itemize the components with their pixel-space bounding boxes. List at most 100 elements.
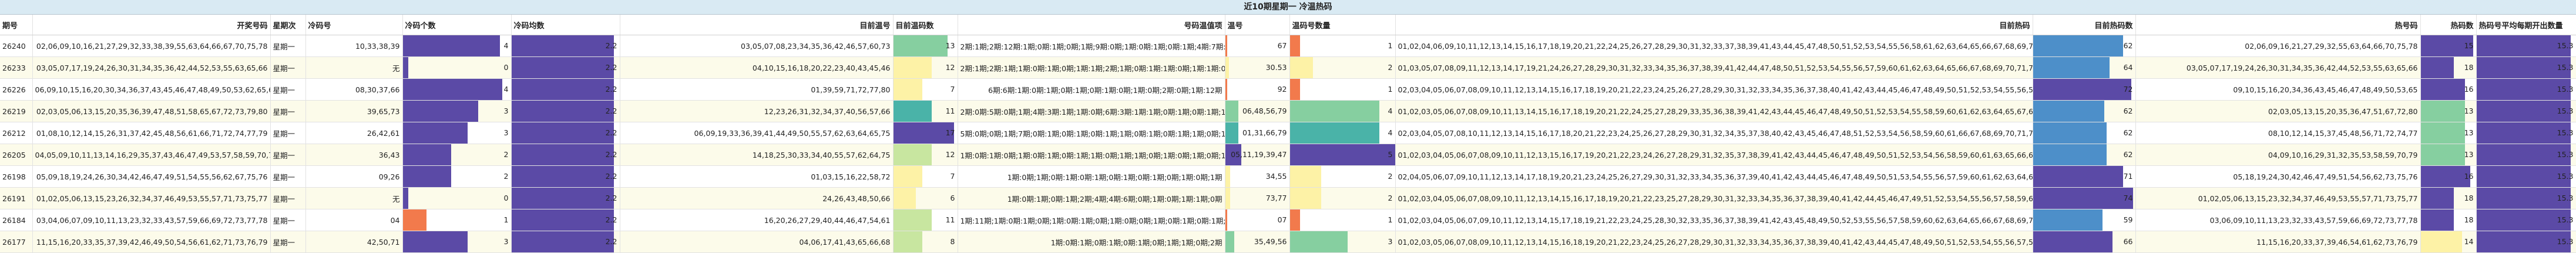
cell-warm-numbers[interactable]: 14,18,25,30,33,34,40,55,57,62,64,75 — [620, 144, 894, 166]
cell-hot-count[interactable]: 62 — [2033, 122, 2136, 144]
cell-warm-values[interactable]: 6期:6期:1期:0期:1期;0期:1期;0期:1期:0期;1期:0期;2期:0… — [958, 78, 1225, 101]
cell-hot-numbers[interactable]: 01,02,03,04,05,06,07,09,10,11,12,13,14,1… — [1395, 209, 2033, 231]
cell-warm-hit-count[interactable]: 1 — [1289, 209, 1396, 231]
table-row[interactable]: 26226 06,09,10,15,16,20,30,34,36,37,43,45… — [0, 78, 2576, 101]
cell-hot-hit-numbers[interactable]: 05,18,19,24,30,42,46,47,49,51,54,56,62,7… — [2135, 165, 2421, 188]
cell-hot-hit-count[interactable]: 13 — [2420, 122, 2477, 144]
cell-warm-hit-count[interactable]: 1 — [1289, 35, 1396, 57]
cell-cold-numbers[interactable]: 无 — [305, 187, 403, 209]
col-header[interactable]: 热码数 — [2420, 15, 2477, 35]
col-header[interactable]: 冷码均数 — [511, 15, 620, 35]
cell-draw-numbers[interactable]: 01,02,05,06,13,15,23,26,32,34,37,46,49,5… — [32, 187, 271, 209]
cell-warm-count[interactable]: 17 — [893, 122, 958, 144]
cell-cold-average[interactable]: 2.2 — [511, 35, 620, 57]
col-header[interactable]: 星期次 — [270, 15, 306, 35]
table-row[interactable]: 26240 02,06,09,10,16,21,27,29,32,33,38,39… — [0, 35, 2576, 57]
cell-warm-hit[interactable]: 34,55 — [1225, 165, 1290, 188]
cell-warm-numbers[interactable]: 06,09,19,33,36,39,41,44,49,50,55,57,62,6… — [620, 122, 894, 144]
cell-hot-hit-numbers[interactable]: 03,05,07,17,19,24,26,30,31,34,35,36,42,4… — [2135, 56, 2421, 79]
cell-cold-count[interactable]: 4 — [402, 78, 512, 101]
col-header[interactable]: 开奖号码 — [32, 15, 271, 35]
cell-warm-hit-count[interactable]: 1 — [1289, 78, 1396, 101]
cell-hot-count[interactable]: 62 — [2033, 35, 2136, 57]
cell-cold-average[interactable]: 2.2 — [511, 56, 620, 79]
cell-warm-hit-count[interactable]: 3 — [1289, 231, 1396, 253]
cell-warm-hit-count[interactable]: 5 — [1289, 144, 1396, 166]
cell-cold-count[interactable]: 2 — [402, 144, 512, 166]
col-header[interactable]: 热号码 — [2135, 15, 2421, 35]
cell-hot-numbers[interactable]: 02,03,04,05,07,08,10,11,12,13,14,15,16,1… — [1395, 122, 2033, 144]
cell-warm-count[interactable]: 6 — [893, 187, 958, 209]
cell-cold-numbers[interactable]: 08,30,37,66 — [305, 78, 403, 101]
cell-hot-average[interactable]: 15.3 — [2476, 56, 2576, 79]
cell-hot-count[interactable]: 62 — [2033, 100, 2136, 122]
cell-warm-values[interactable]: 2期:0期:5期:0期;1期;4期:3期:1期;1期:0期;6期:3期:1期:1… — [958, 100, 1225, 122]
cell-issue-id[interactable]: 26233 — [0, 56, 33, 79]
cell-cold-numbers[interactable]: 39,65,73 — [305, 100, 403, 122]
cell-warm-values[interactable]: 1期:11期;1期:0期:1期;0期;1期:0期:1期;0期;1期:0期;0期;… — [958, 209, 1225, 231]
cell-draw-numbers[interactable]: 05,09,18,19,24,26,30,34,42,46,47,49,51,5… — [32, 165, 271, 188]
cell-hot-hit-numbers[interactable]: 02,06,09,16,21,27,29,32,55,63,64,66,70,7… — [2135, 35, 2421, 57]
cell-hot-average[interactable]: 15.3 — [2476, 35, 2576, 57]
col-header[interactable]: 温码号数量 — [1289, 15, 1396, 35]
cell-hot-count[interactable]: 74 — [2033, 187, 2136, 209]
table-row[interactable]: 26212 01,08,10,12,14,15,26,31,37,42,45,48… — [0, 122, 2576, 144]
cell-issue-id[interactable]: 26212 — [0, 122, 33, 144]
cell-hot-average[interactable]: 15.3 — [2476, 165, 2576, 188]
cell-hot-hit-numbers[interactable]: 02,03,05,13,15,20,35,36,47,51,67,72,80 — [2135, 100, 2421, 122]
cell-cold-average[interactable]: 2.2 — [511, 122, 620, 144]
cell-weekday[interactable]: 星期一 — [270, 122, 306, 144]
cell-hot-average[interactable]: 15.3 — [2476, 122, 2576, 144]
cell-warm-count[interactable]: 11 — [893, 209, 958, 231]
cell-cold-count[interactable]: 1 — [402, 209, 512, 231]
cell-cold-numbers[interactable]: 10,33,38,39 — [305, 35, 403, 57]
cell-warm-values[interactable]: 2期:1期;2期:1期;1期:0期:1期;0期;1期:1期;2期;1期;0期:1… — [958, 56, 1225, 79]
cell-cold-count[interactable]: 4 — [402, 35, 512, 57]
cell-warm-hit[interactable]: 73,77 — [1225, 187, 1290, 209]
cell-hot-numbers[interactable]: 01,03,05,07,08,09,11,12,13,14,17,19,21,2… — [1395, 56, 2033, 79]
cell-issue-id[interactable]: 26198 — [0, 165, 33, 188]
cell-hot-hit-numbers[interactable]: 08,10,12,14,15,37,45,48,56,71,72,74,77 — [2135, 122, 2421, 144]
cell-hot-average[interactable]: 15.3 — [2476, 144, 2576, 166]
cell-hot-numbers[interactable]: 01,02,03,04,05,06,07,08,09,10,11,12,13,1… — [1395, 187, 2033, 209]
cell-warm-numbers[interactable]: 01,03,15,16,22,58,72 — [620, 165, 894, 188]
cell-hot-average[interactable]: 15.3 — [2476, 100, 2576, 122]
cell-warm-hit[interactable]: 92 — [1225, 78, 1290, 101]
cell-warm-numbers[interactable]: 24,26,43,48,50,66 — [620, 187, 894, 209]
cell-hot-hit-numbers[interactable]: 01,02,05,06,13,15,23,32,34,37,46,49,53,5… — [2135, 187, 2421, 209]
cell-cold-numbers[interactable]: 09,26 — [305, 165, 403, 188]
cell-warm-values[interactable]: 1期:0期;1期;0期:1期:0期:1期;0期:1期;0期:1期;0期;1期:0… — [958, 165, 1225, 188]
table-row[interactable]: 26233 03,05,07,17,19,24,26,30,31,34,35,36… — [0, 56, 2576, 79]
cell-cold-count[interactable]: 0 — [402, 187, 512, 209]
cell-weekday[interactable]: 星期一 — [270, 100, 306, 122]
cell-issue-id[interactable]: 26177 — [0, 231, 33, 253]
col-header[interactable]: 冷码号 — [305, 15, 403, 35]
cell-hot-numbers[interactable]: 02,04,05,06,07,09,10,11,12,13,14,17,18,1… — [1395, 165, 2033, 188]
cell-cold-numbers[interactable]: 04 — [305, 209, 403, 231]
cell-warm-values[interactable]: 1期:0期:1期;0期:1期;0期:1期;0期;1期;1期;0期;2期 — [958, 231, 1225, 253]
cell-weekday[interactable]: 星期一 — [270, 209, 306, 231]
cell-hot-hit-numbers[interactable]: 11,15,16,20,33,37,39,46,54,61,62,73,76,7… — [2135, 231, 2421, 253]
cell-cold-average[interactable]: 2.2 — [511, 231, 620, 253]
cell-hot-average[interactable]: 15.3 — [2476, 187, 2576, 209]
cell-draw-numbers[interactable]: 01,08,10,12,14,15,26,31,37,42,45,48,56,6… — [32, 122, 271, 144]
cell-warm-hit-count[interactable]: 4 — [1289, 122, 1396, 144]
cell-warm-numbers[interactable]: 12,23,26,31,32,34,37,40,56,57,66 — [620, 100, 894, 122]
cell-weekday[interactable]: 星期一 — [270, 56, 306, 79]
cell-warm-count[interactable]: 12 — [893, 144, 958, 166]
cell-warm-count[interactable]: 12 — [893, 56, 958, 79]
cell-warm-hit[interactable]: 01,31,66,79 — [1225, 122, 1290, 144]
cell-warm-count[interactable]: 13 — [893, 35, 958, 57]
cell-issue-id[interactable]: 26184 — [0, 209, 33, 231]
cell-warm-hit[interactable]: 30.53 — [1225, 56, 1290, 79]
cell-weekday[interactable]: 星期一 — [270, 231, 306, 253]
cell-warm-hit[interactable]: 35,49,56 — [1225, 231, 1290, 253]
cell-weekday[interactable]: 星期一 — [270, 144, 306, 166]
cell-hot-hit-count[interactable]: 14 — [2420, 231, 2477, 253]
table-row[interactable]: 26184 03,04,06,07,09,10,11,13,23,32,33,43… — [0, 209, 2576, 231]
table-row[interactable]: 26198 05,09,18,19,24,26,30,34,42,46,47,49… — [0, 165, 2576, 188]
cell-weekday[interactable]: 星期一 — [270, 187, 306, 209]
cell-issue-id[interactable]: 26219 — [0, 100, 33, 122]
cell-draw-numbers[interactable]: 03,05,07,17,19,24,26,30,31,34,35,36,42,4… — [32, 56, 271, 79]
cell-hot-count[interactable]: 72 — [2033, 78, 2136, 101]
